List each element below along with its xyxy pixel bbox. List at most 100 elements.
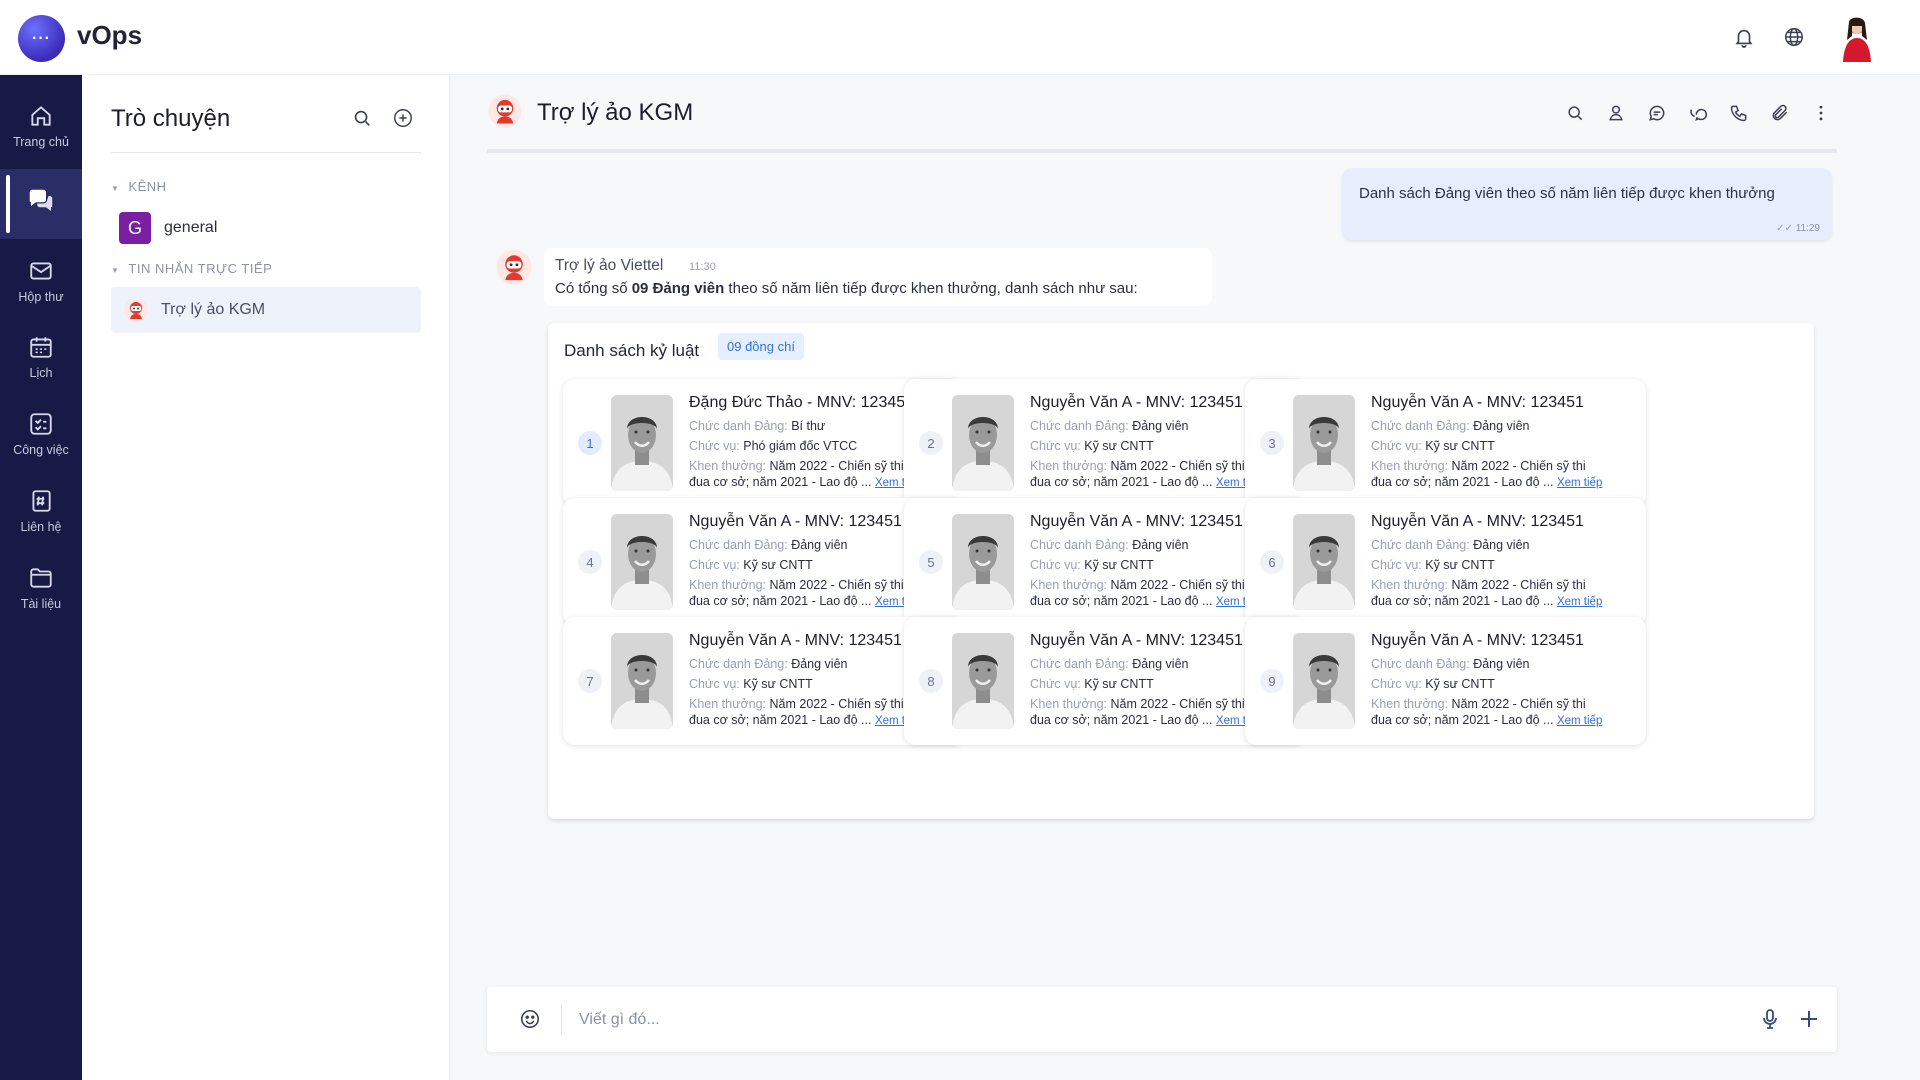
rail-item-home[interactable]: Trang chủ	[0, 91, 82, 161]
attachment-icon[interactable]	[1768, 101, 1792, 125]
more-vertical-icon[interactable]	[1809, 101, 1833, 125]
dm-item-kgm[interactable]: Trợ lý ảo KGM	[111, 287, 421, 333]
member-index: 9	[1260, 669, 1284, 693]
member-award-cont: đua cơ sở; năm 2021 - Lao độ ... Xem tiế…	[1030, 713, 1262, 727]
microphone-icon[interactable]	[1758, 1007, 1782, 1036]
divider	[111, 152, 421, 153]
member-card[interactable]: 9 Nguyễn Văn A - MNV: 123451 Chức danh Đản…	[1245, 617, 1646, 745]
member-photo	[1293, 395, 1355, 491]
member-award-cont: đua cơ sở; năm 2021 - Lao độ ... Xem tiế…	[689, 594, 921, 608]
member-party-title: Chức danh Đảng: Đảng viên	[689, 657, 848, 671]
member-party-title: Chức danh Đảng: Đảng viên	[1371, 419, 1530, 433]
member-photo	[1293, 633, 1355, 729]
member-award-cont: đua cơ sở; năm 2021 - Lao độ ... Xem tiế…	[1371, 594, 1603, 608]
folder-icon	[30, 568, 52, 588]
emoji-icon[interactable]	[519, 1008, 541, 1035]
search-icon[interactable]	[1563, 101, 1587, 125]
channels-section-label[interactable]: ▼ KÊNH	[111, 179, 167, 194]
member-card[interactable]: 6 Nguyễn Văn A - MNV: 123451 Chức danh Đản…	[1245, 498, 1646, 626]
member-award: Khen thưởng: Năm 2022 - Chiến sỹ thi	[689, 459, 904, 473]
member-index: 7	[578, 669, 602, 693]
message-time: 11:30	[689, 261, 716, 273]
rail-item-contacts[interactable]: Liên hệ	[0, 476, 82, 546]
see-more-link[interactable]: Xem tiếp	[1557, 715, 1602, 727]
member-name: Nguyễn Văn A - MNV: 123451	[1371, 632, 1584, 649]
app-logo[interactable]: ···	[18, 15, 65, 62]
member-award: Khen thưởng: Năm 2022 - Chiến sỹ thi	[1371, 578, 1586, 592]
member-position: Chức vụ: Kỹ sư CNTT	[1371, 677, 1495, 691]
member-award-cont: đua cơ sở; năm 2021 - Lao độ ... Xem tiế…	[1030, 475, 1262, 489]
member-photo	[952, 633, 1014, 729]
home-icon	[31, 106, 51, 126]
message-text: Có tổng số 09 Đảng viên theo số năm liên…	[555, 280, 1138, 297]
mail-icon	[30, 262, 52, 280]
logo-glyph: ···	[32, 29, 51, 47]
member-photo	[611, 633, 673, 729]
member-name: Đặng Đức Thảo - MNV: 123451	[689, 394, 915, 411]
chat-icon	[29, 189, 53, 211]
member-position: Chức vụ: Kỹ sư CNTT	[1371, 439, 1495, 453]
channel-item-general[interactable]: G general	[119, 212, 217, 244]
message-composer	[487, 987, 1837, 1052]
rail-item-chat[interactable]	[0, 169, 82, 239]
member-award-cont: đua cơ sở; năm 2021 - Lao độ ... Xem tiế…	[689, 713, 921, 727]
person-icon[interactable]	[1604, 101, 1628, 125]
user-avatar[interactable]	[1838, 14, 1876, 62]
channel-name: general	[164, 219, 218, 236]
member-name: Nguyễn Văn A - MNV: 123451	[1030, 632, 1243, 649]
message-icon[interactable]	[1645, 101, 1669, 125]
rail-item-calendar[interactable]: Lịch	[0, 322, 82, 392]
member-award: Khen thưởng: Năm 2022 - Chiến sỹ thi	[1371, 459, 1586, 473]
direct-label-text: TIN NHẮN TRỰC TIẾP	[128, 261, 273, 276]
member-award-cont: đua cơ sở; năm 2021 - Lao độ ... Xem tiế…	[1030, 594, 1262, 608]
member-party-title: Chức danh Đảng: Đảng viên	[1371, 657, 1530, 671]
member-position: Chức vụ: Kỹ sư CNTT	[1030, 439, 1154, 453]
member-name: Nguyễn Văn A - MNV: 123451	[689, 513, 902, 530]
member-name: Nguyễn Văn A - MNV: 123451	[1371, 513, 1584, 530]
plus-icon[interactable]	[1797, 1007, 1821, 1036]
rail-item-documents[interactable]: Tài liệu	[0, 553, 82, 623]
see-more-link[interactable]: Xem tiếp	[1557, 477, 1602, 489]
member-name: Nguyễn Văn A - MNV: 123451	[689, 632, 902, 649]
member-position: Chức vụ: Kỹ sư CNTT	[1371, 558, 1495, 572]
calendar-icon	[30, 337, 52, 358]
chat-title: Trợ lý ảo KGM	[537, 99, 694, 126]
member-award: Khen thưởng: Năm 2022 - Chiến sỹ thi	[1371, 697, 1586, 711]
see-more-link[interactable]: Xem tiếp	[1557, 596, 1602, 608]
member-index: 5	[919, 550, 943, 574]
member-photo	[611, 514, 673, 610]
member-index: 2	[919, 431, 943, 455]
divider	[561, 1005, 562, 1034]
add-conversation-icon[interactable]	[392, 107, 414, 134]
search-icon[interactable]	[351, 107, 373, 134]
member-photo	[1293, 514, 1355, 610]
member-index: 6	[1260, 550, 1284, 574]
incoming-message: Trợ lý ảo Viettel 11:30 Có tổng số 09 Đả…	[544, 248, 1212, 306]
double-check-icon: ✓✓	[1776, 223, 1793, 234]
outgoing-message: Danh sách Đảng viên theo số năm liên tiế…	[1342, 168, 1832, 240]
message-input[interactable]	[579, 1005, 1679, 1035]
bell-icon[interactable]	[1731, 24, 1757, 50]
phone-icon[interactable]	[1727, 101, 1751, 125]
channels-label-text: KÊNH	[128, 179, 167, 194]
rail-label: Liên hệ	[20, 520, 62, 534]
rail-label: Công việc	[13, 443, 69, 457]
member-party-title: Chức danh Đảng: Đảng viên	[1030, 419, 1189, 433]
chat-bubbles-icon[interactable]	[1686, 101, 1710, 125]
globe-icon[interactable]	[1781, 24, 1807, 50]
member-card[interactable]: 3 Nguyễn Văn A - MNV: 123451 Chức danh Đản…	[1245, 379, 1646, 507]
member-award-cont: đua cơ sở; năm 2021 - Lao độ ... Xem tiế…	[1371, 475, 1603, 489]
member-award: Khen thưởng: Năm 2022 - Chiến sỹ thi	[689, 578, 904, 592]
header-divider	[487, 149, 1837, 153]
chat-area: Trợ lý ảo KGM Danh sách Đảng viên theo s…	[450, 75, 1920, 1080]
dm-name: Trợ lý ảo KGM	[161, 301, 266, 318]
bot-avatar-icon	[495, 248, 533, 291]
sender-name: Trợ lý ảo Viettel	[555, 257, 664, 274]
member-position: Chức vụ: Phó giám đốc VTCC	[689, 439, 858, 453]
direct-messages-section-label[interactable]: ▼ TIN NHẮN TRỰC TIẾP	[111, 261, 272, 276]
bot-avatar-icon	[124, 298, 148, 322]
rail-item-mail[interactable]: Hộp thư	[0, 246, 82, 316]
rail-item-tasks[interactable]: Công việc	[0, 399, 82, 469]
rail-label: Trang chủ	[13, 135, 69, 149]
member-award: Khen thưởng: Năm 2022 - Chiến sỹ thi	[1030, 697, 1245, 711]
